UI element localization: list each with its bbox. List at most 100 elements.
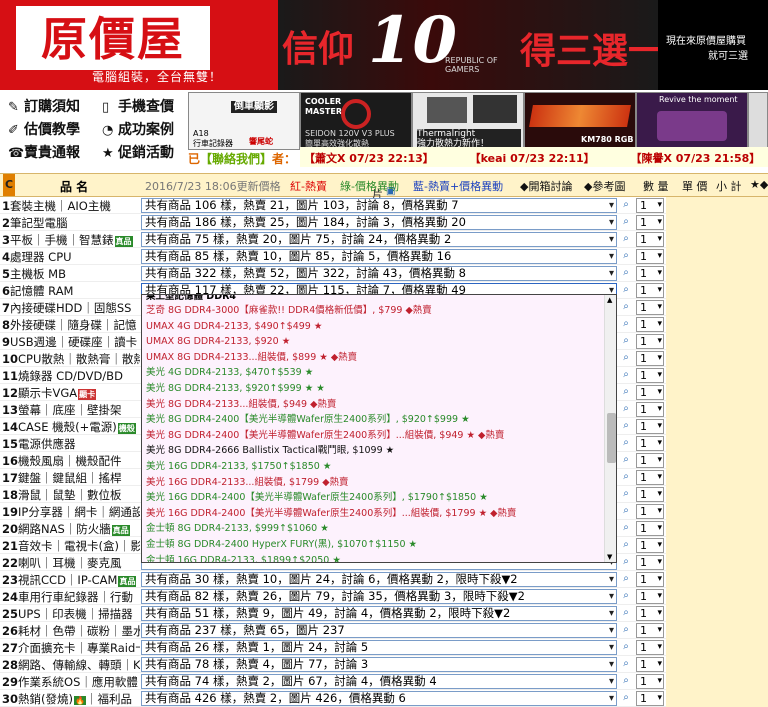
category-label[interactable]: 10CPU散熱｜散熱膏｜散熱 <box>2 351 140 367</box>
quantity-select[interactable]: 1 <box>636 470 664 485</box>
quantity-select[interactable]: 1 <box>636 300 664 315</box>
category-label[interactable]: 11燒錄器 CD/DVD/BD <box>2 368 140 384</box>
search-icon[interactable]: ⌕ <box>620 199 632 211</box>
product-select[interactable]: 共有商品 322 樣，熱賣 52，圖片 322，討論 43，價格異動 8 <box>141 266 617 281</box>
quantity-select[interactable]: 1 <box>636 606 664 621</box>
dropdown-option[interactable]: 美光 4G DDR4-2133, $470↑$539 ★ <box>142 365 604 381</box>
search-icon[interactable]: ⌕ <box>620 556 632 568</box>
category-label[interactable]: 25UPS｜印表機｜掃描器 <box>2 606 140 622</box>
product-select[interactable]: 共有商品 74 樣，熱賣 2，圖片 67，討論 4，價格異動 4 <box>141 674 617 689</box>
category-label[interactable]: 12顯示卡VGA 顯卡 <box>2 385 140 401</box>
search-icon[interactable]: ⌕ <box>620 675 632 687</box>
category-label[interactable]: 21音效卡｜電視卡(盒)｜影 <box>2 538 140 554</box>
search-icon[interactable]: ⌕ <box>620 641 632 653</box>
ad-thumb-cooler[interactable]: COOLER MASTER SEIDON 120V V3 PLUS 簡單高效強化… <box>300 92 412 150</box>
product-select[interactable]: 共有商品 186 樣，熱賣 25，圖片 184，討論 3，價格異動 20 <box>141 215 617 230</box>
dropdown-option[interactable]: 美光 16G DDR4-2400【美光半導體Wafer原生2400系列】, $1… <box>142 490 604 506</box>
product-select[interactable]: 共有商品 85 樣，熱賣 10，圖片 85，討論 5，價格異動 16 <box>141 249 617 264</box>
ad-thumb-thermalright[interactable]: Thermalright 強力散熱力新作！ <box>412 92 524 150</box>
dropdown-option[interactable]: 美光 8G DDR4-2400【美光半導體Wafer原生2400系列】, $92… <box>142 412 604 428</box>
search-icon[interactable]: ⌕ <box>620 607 632 619</box>
scroll-down-icon[interactable]: ▼ <box>607 553 612 561</box>
category-label[interactable]: 4處理器 CPU <box>2 249 140 265</box>
quantity-select[interactable]: 1 <box>636 385 664 400</box>
category-label[interactable]: 29作業系統OS｜應用軟體 <box>2 674 140 690</box>
search-icon[interactable]: ⌕ <box>620 403 632 415</box>
quantity-select[interactable]: 1 <box>636 453 664 468</box>
category-label[interactable]: 20網路NAS｜防火牆 真品 <box>2 521 140 537</box>
category-label[interactable]: 5主機板 MB <box>2 266 140 282</box>
category-label[interactable]: 8外接硬碟｜隨身碟｜記憶 <box>2 317 140 333</box>
product-select[interactable]: 共有商品 106 樣，熱賣 21，圖片 103，討論 8，價格異動 7 <box>141 198 617 213</box>
quantity-select[interactable]: 1 <box>636 487 664 502</box>
search-icon[interactable]: ⌕ <box>620 369 632 381</box>
category-label[interactable]: 30熱銷(發燒) 🔥｜福利品 <box>2 691 140 707</box>
quantity-select[interactable]: 1 <box>636 249 664 264</box>
category-label[interactable]: 27介面擴充卡｜專業Raid卡 <box>2 640 140 656</box>
quantity-select[interactable]: 1 <box>636 283 664 298</box>
search-icon[interactable]: ⌕ <box>620 471 632 483</box>
ticker-item[interactable]: 【keai 07/23 22:11】 <box>470 152 611 165</box>
search-icon[interactable]: ⌕ <box>620 437 632 449</box>
nav-order-guide[interactable]: ✎ 訂購須知 <box>8 96 80 116</box>
search-icon[interactable]: ⌕ <box>620 335 632 347</box>
category-label[interactable]: 1套裝主機｜AIO主機 <box>2 198 140 214</box>
category-label[interactable]: 9USB週邊｜硬碟座｜讀卡 <box>2 334 140 350</box>
nav-quote-tutorial[interactable]: ✐ 估價教學 <box>8 119 80 139</box>
dropdown-option[interactable]: 美光 16G DDR4-2133, $1750↑$1850 ★ <box>142 459 604 475</box>
category-label[interactable]: 14CASE 機殼(+電源) 機殼 <box>2 419 140 435</box>
dropdown-option[interactable]: 美光 16G DDR4-2133...組裝價, $1799 ◆熱賣 <box>142 475 604 491</box>
quantity-select[interactable]: 1 <box>636 521 664 536</box>
dropdown-option[interactable]: 美光 8G DDR4-2133, $920↑$999 ★ ★ <box>142 381 604 397</box>
category-label[interactable]: 3平板｜手機｜智慧錶 真品 <box>2 232 140 248</box>
quantity-select[interactable]: 1 <box>636 351 664 366</box>
search-icon[interactable]: ⌕ <box>620 573 632 585</box>
search-icon[interactable]: ⌕ <box>620 505 632 517</box>
quantity-select[interactable]: 1 <box>636 402 664 417</box>
nav-promotions[interactable]: ★ 促銷活動 <box>102 142 174 162</box>
search-icon[interactable]: ⌕ <box>620 318 632 330</box>
category-label[interactable]: 22喇叭｜耳機｜麥克風 <box>2 555 140 571</box>
search-icon[interactable]: ⌕ <box>620 233 632 245</box>
quantity-select[interactable]: 1 <box>636 436 664 451</box>
search-icon[interactable]: ⌕ <box>620 658 632 670</box>
search-icon[interactable]: ⌕ <box>620 420 632 432</box>
category-label[interactable]: 2筆記型電腦 <box>2 215 140 231</box>
search-icon[interactable]: ⌕ <box>620 352 632 364</box>
quantity-select[interactable]: 1 <box>636 589 664 604</box>
product-select[interactable]: 共有商品 75 樣，熱賣 20，圖片 75，討論 24，價格異動 2 <box>141 232 617 247</box>
nav-report-price[interactable]: ☎賣貴通報 <box>8 142 80 162</box>
dropdown-option[interactable]: 芝奇 8G DDR4-3000【麻雀款!! DDR4價格新低價】, $799 ◆… <box>142 303 604 319</box>
dropdown-option[interactable]: 美光 16G DDR4-2400【美光半導體Wafer原生2400系列】...組… <box>142 506 604 522</box>
search-icon[interactable]: ⌕ <box>620 250 632 262</box>
ad-thumb-dashcam[interactable]: 倒車顯影 A18 行車記錄器 響尾蛇 <box>188 92 300 150</box>
search-icon[interactable]: ⌕ <box>620 539 632 551</box>
quantity-select[interactable]: 1 <box>636 623 664 638</box>
product-select[interactable]: 共有商品 51 樣，熱賣 9，圖片 49，討論 4，價格異動 2，限時下殺▼2 <box>141 606 617 621</box>
site-logo[interactable]: 原價屋 電腦組裝，全台無雙！ <box>0 0 278 90</box>
dropdown-option[interactable]: 美光 8G DDR4-2133...組裝價, $949 ◆熱賣 <box>142 397 604 413</box>
quantity-select[interactable]: 1 <box>636 674 664 689</box>
category-label[interactable]: 18滑鼠｜鼠墊｜數位板 <box>2 487 140 503</box>
product-select[interactable]: 共有商品 82 樣，熱賣 26，圖片 79，討論 35，價格異動 3，限時下殺▼… <box>141 589 617 604</box>
search-icon[interactable]: ⌕ <box>620 590 632 602</box>
category-label[interactable]: 19IP分享器｜網卡｜網通設 <box>2 504 140 520</box>
search-icon[interactable]: ⌕ <box>620 522 632 534</box>
quantity-select[interactable]: 1 <box>636 555 664 570</box>
quantity-select[interactable]: 1 <box>636 368 664 383</box>
category-label[interactable]: 16機殼風扇｜機殼配件 <box>2 453 140 469</box>
ticker-item[interactable]: 【蕭文X 07/23 22:13】 <box>304 152 450 165</box>
quantity-select[interactable]: 1 <box>636 266 664 281</box>
dropdown-scrollbar[interactable]: ▲ ▼ <box>604 295 616 562</box>
search-icon[interactable]: ⌕ <box>620 284 632 296</box>
quantity-select[interactable]: 1 <box>636 572 664 587</box>
search-icon[interactable]: ⌕ <box>620 267 632 279</box>
quantity-select[interactable]: 1 <box>636 640 664 655</box>
quantity-select[interactable]: 1 <box>636 538 664 553</box>
category-label[interactable]: 7內接硬碟HDD｜固態SS <box>2 300 140 316</box>
dropdown-option[interactable]: UMAX 4G DDR4-2133, $490↑$499 ★ <box>142 319 604 335</box>
dropdown-option[interactable]: 金士頓 8G DDR4-2133, $999↑$1060 ★ <box>142 521 604 537</box>
ram-dropdown-list[interactable]: 桌上型記憶體 DDR4 芝奇 8G DDR4-3000【麻雀款!! DDR4價格新… <box>141 294 617 563</box>
ad-thumb-revive[interactable]: Revive the moment <box>636 92 748 150</box>
category-label[interactable]: 13螢幕｜底座｜壁掛架 <box>2 402 140 418</box>
